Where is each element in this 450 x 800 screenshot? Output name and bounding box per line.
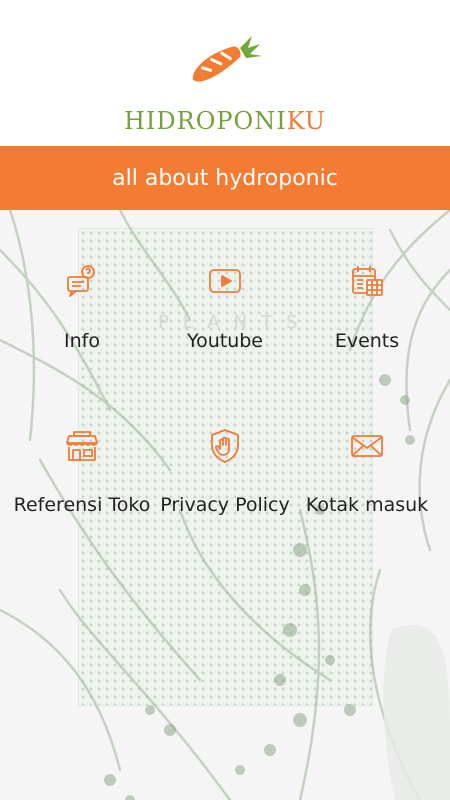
tagline: all about hydroponic: [112, 165, 338, 191]
store-icon: [66, 431, 98, 461]
brand-name-prefix: HIDROPONI: [123, 107, 287, 135]
info-chat-icon: [67, 265, 95, 297]
envelope-icon: [351, 435, 383, 457]
menu-label-events: Events: [334, 330, 400, 352]
menu-item-referensi-toko[interactable]: Referensi Toko: [7, 428, 157, 518]
menu-item-kotak-masuk[interactable]: Kotak masuk: [292, 428, 442, 518]
menu-label-privacy-policy: Privacy Policy: [160, 494, 290, 516]
menu-item-youtube[interactable]: Youtube: [150, 263, 300, 354]
calendar-icon: [352, 266, 383, 296]
tagline-bar: all about hydroponic: [0, 146, 450, 210]
brand-name-suffix: KU: [286, 107, 326, 135]
carrot-logo-icon: [192, 36, 262, 82]
menu-item-privacy-policy[interactable]: Privacy Policy: [150, 428, 300, 518]
brand-name: HIDROPONIKU: [0, 107, 450, 135]
menu-label-referensi-toko: Referensi Toko: [13, 494, 151, 516]
menu-label-kotak-masuk: Kotak masuk: [305, 494, 429, 516]
menu-item-info[interactable]: Info: [7, 263, 157, 354]
shield-hand-icon: [211, 429, 239, 463]
youtube-play-icon: [209, 269, 241, 293]
app-header: HIDROPONIKU: [0, 0, 450, 146]
menu-label-youtube: Youtube: [187, 330, 263, 352]
menu-item-events[interactable]: Events: [292, 263, 442, 354]
menu-label-info: Info: [64, 330, 100, 352]
